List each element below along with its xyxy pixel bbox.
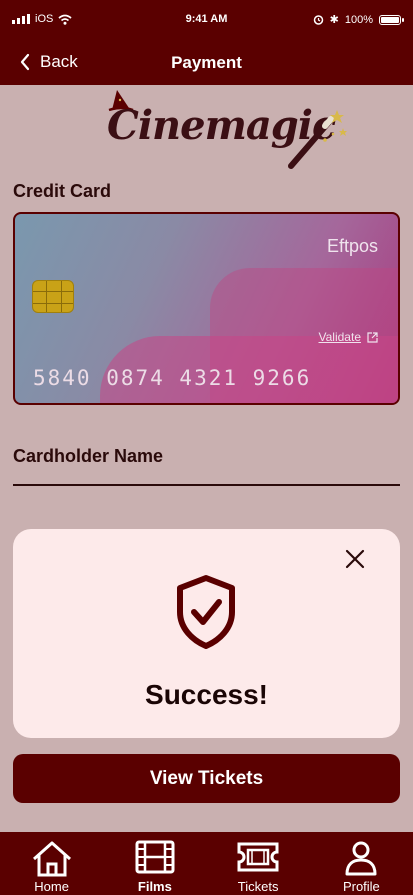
user-icon xyxy=(345,841,377,876)
alarm-icon xyxy=(313,15,323,25)
tab-profile[interactable]: Profile xyxy=(310,832,413,895)
view-tickets-button[interactable]: View Tickets xyxy=(13,754,400,803)
tab-home[interactable]: Home xyxy=(0,832,103,895)
external-link-icon xyxy=(367,331,378,343)
cardholder-name-field[interactable] xyxy=(13,484,400,486)
ticket-icon xyxy=(237,842,279,872)
tab-bar: Home Films Tickets Profile xyxy=(0,832,413,895)
validate-link[interactable]: Validate xyxy=(319,330,378,344)
nav-bar: Back Payment xyxy=(0,40,413,85)
cinemagic-logo: Cinemagic xyxy=(105,88,355,173)
success-modal: Success! xyxy=(13,529,400,738)
home-icon xyxy=(32,841,71,877)
validate-label: Validate xyxy=(318,330,361,344)
bluetooth-icon: ✱ xyxy=(329,14,339,26)
tab-films[interactable]: Films xyxy=(103,832,206,895)
shield-check-icon xyxy=(177,575,235,649)
tab-label: Profile xyxy=(342,879,380,894)
status-bar: iOS 9:41 AM ✱ 100% xyxy=(0,0,413,40)
card-brand: Eftpos xyxy=(326,236,378,256)
credit-card-label: Credit Card xyxy=(13,181,112,201)
tab-label: Tickets xyxy=(237,879,279,894)
film-strip-icon xyxy=(135,840,175,874)
success-title: Success! xyxy=(145,679,268,710)
tab-label: Home xyxy=(34,879,69,894)
card-chip-icon xyxy=(32,280,74,313)
magic-wand-icon xyxy=(288,110,347,169)
battery-icon xyxy=(379,14,404,25)
close-icon[interactable] xyxy=(344,548,366,570)
tab-tickets[interactable]: Tickets xyxy=(207,832,310,895)
tab-label: Films xyxy=(137,879,172,894)
battery-percent: 100% xyxy=(344,13,373,26)
card-number: 5840 0874 4321 9266 xyxy=(33,366,312,390)
page-title: Payment xyxy=(171,53,242,72)
cardholder-name-label: Cardholder Name xyxy=(13,446,164,466)
status-right: ✱ 100% xyxy=(313,13,404,26)
credit-card[interactable]: Eftpos Validate 5840 0874 4321 9266 xyxy=(13,212,400,405)
